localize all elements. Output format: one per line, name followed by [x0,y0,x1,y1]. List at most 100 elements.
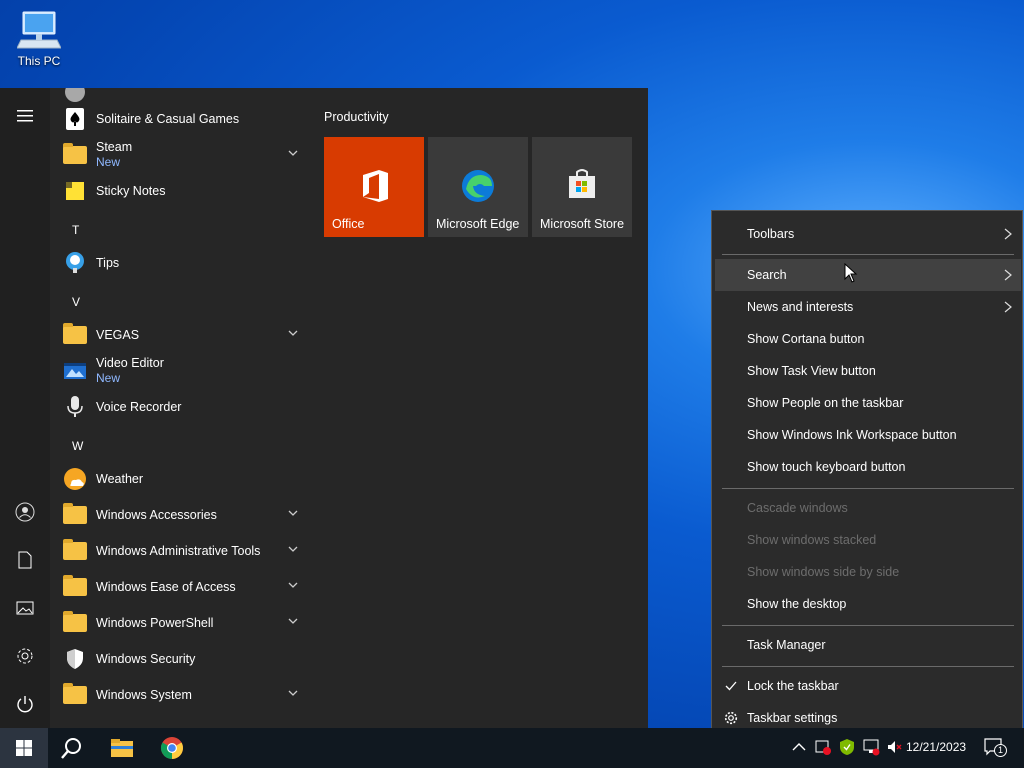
power-button[interactable] [0,684,50,724]
tips-icon [66,252,84,273]
list-item[interactable]: Windows Administrative Tools [50,533,308,569]
menu-separator [722,488,1014,489]
chevron-down-icon [288,618,298,624]
start-rail [0,88,50,728]
video-editor-icon [64,363,86,379]
list-item[interactable]: Tips [50,245,308,281]
this-pc-label: This PC [17,54,61,68]
pictures-button[interactable] [0,588,50,628]
menu-item-show-touch-keyboard[interactable]: Show touch keyboard button [715,451,1021,483]
list-item[interactable]: Windows System [50,677,308,713]
taskbar-clock-date[interactable]: 12/21/2023 [906,740,966,754]
menu-item-news-and-interests[interactable]: News and interests [715,291,1021,323]
gear-icon [724,711,738,725]
chrome-button[interactable] [148,728,196,768]
folder-icon [63,323,87,344]
tile-microsoft-edge[interactable]: Microsoft Edge [428,137,528,237]
menu-separator [722,625,1014,626]
chevron-right-icon [1004,301,1012,313]
notification-center-button[interactable]: 1 [984,738,1007,758]
group-letter-t[interactable]: T [72,223,79,237]
menu-item-show-ink-workspace[interactable]: Show Windows Ink Workspace button [715,419,1021,451]
this-pc-icon [17,11,61,49]
menu-item-show-the-desktop[interactable]: Show the desktop [715,588,1021,620]
menu-item-show-task-view-button[interactable]: Show Task View button [715,355,1021,387]
group-letter-v[interactable]: V [72,295,80,309]
account-button[interactable] [0,492,50,532]
list-item[interactable]: Video Editor New [50,353,308,389]
search-button[interactable] [48,728,96,768]
chrome-icon [161,737,183,759]
tile-office[interactable]: Office [324,137,424,237]
chevron-down-icon [288,546,298,552]
weather-icon [64,468,86,490]
gear-icon [17,648,33,664]
list-item[interactable]: Windows Accessories [50,497,308,533]
list-item[interactable]: Windows Ease of Access [50,569,308,605]
folder-icon [63,143,87,164]
settings-button[interactable] [0,636,50,676]
tile-group-title[interactable]: Productivity [324,110,389,124]
chevron-down-icon [288,510,298,516]
chevron-down-icon [288,690,298,696]
document-icon [18,551,32,569]
picture-icon [16,601,34,615]
mouse-cursor-icon [844,263,858,283]
checkmark-icon [725,681,737,691]
taskbar-context-menu: Toolbars Search News and interests Show … [711,210,1023,742]
list-item[interactable]: VEGAS [50,317,308,353]
menu-separator [722,666,1014,667]
menu-separator [722,254,1014,255]
documents-button[interactable] [0,540,50,580]
hamburger-icon [17,110,33,122]
list-item[interactable]: Windows PowerShell [50,605,308,641]
list-item[interactable]: Steam New [50,137,308,173]
list-item[interactable]: Solitaire & Casual Games [50,101,308,137]
power-icon [17,696,33,713]
expand-menu-button[interactable] [0,96,50,136]
menu-item-cascade-windows[interactable]: Cascade windows [715,492,1021,524]
taskbar: 12/21/2023 1 [0,728,1024,768]
user-icon [15,502,35,522]
menu-item-toolbars[interactable]: Toolbars [715,218,1021,250]
menu-item-search[interactable]: Search [715,259,1021,291]
folder-icon [63,503,87,524]
start-button[interactable] [0,728,48,768]
file-explorer-icon [111,739,133,757]
menu-item-show-cortana-button[interactable]: Show Cortana button [715,323,1021,355]
volume-muted-icon[interactable] [886,738,904,756]
menu-item-show-people[interactable]: Show People on the taskbar [715,387,1021,419]
start-menu: Solitaire & Casual Games Steam New Sticky… [0,88,648,728]
menu-item-lock-the-taskbar[interactable]: Lock the taskbar [715,670,1021,702]
office-icon [363,170,388,202]
list-item[interactable]: Weather [50,461,308,497]
group-letter-w[interactable]: W [72,439,83,453]
shield-icon [67,649,83,669]
tray-app-icon[interactable] [814,738,832,756]
file-explorer-button[interactable] [98,728,146,768]
edge-icon [462,170,494,202]
menu-item-side-by-side[interactable]: Show windows side by side [715,556,1021,588]
chevron-right-icon [1004,228,1012,240]
notification-count-badge: 1 [994,744,1007,757]
menu-item-show-windows-stacked[interactable]: Show windows stacked [715,524,1021,556]
tile-microsoft-store[interactable]: Microsoft Store [532,137,632,237]
list-item[interactable]: Windows Security [50,641,308,677]
search-icon [61,738,81,759]
chevron-down-icon [288,150,298,156]
chevron-down-icon [288,582,298,588]
folder-icon [63,539,87,560]
network-icon[interactable] [862,738,880,756]
desktop-icon-this-pc[interactable]: This PC [10,8,68,68]
list-item[interactable]: Voice Recorder [50,389,308,425]
sticky-notes-icon [66,182,84,200]
list-item[interactable]: Sticky Notes [50,173,308,209]
voice-recorder-icon [67,396,83,417]
menu-item-task-manager[interactable]: Task Manager [715,629,1021,661]
folder-icon [63,683,87,704]
security-shield-icon[interactable] [838,738,856,756]
windows-logo-icon [16,740,32,756]
show-hidden-icons-icon[interactable] [790,738,808,756]
chevron-down-icon [288,330,298,336]
app-list: Solitaire & Casual Games Steam New Sticky… [50,88,312,728]
